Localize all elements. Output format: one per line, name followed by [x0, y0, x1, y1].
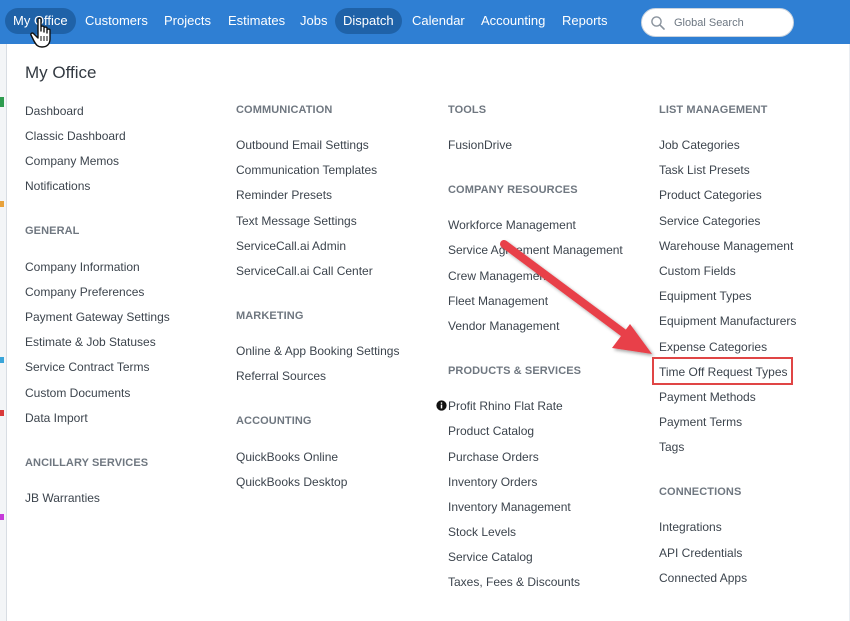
arrow-icon — [500, 240, 652, 354]
hand-cursor-icon — [30, 17, 51, 48]
